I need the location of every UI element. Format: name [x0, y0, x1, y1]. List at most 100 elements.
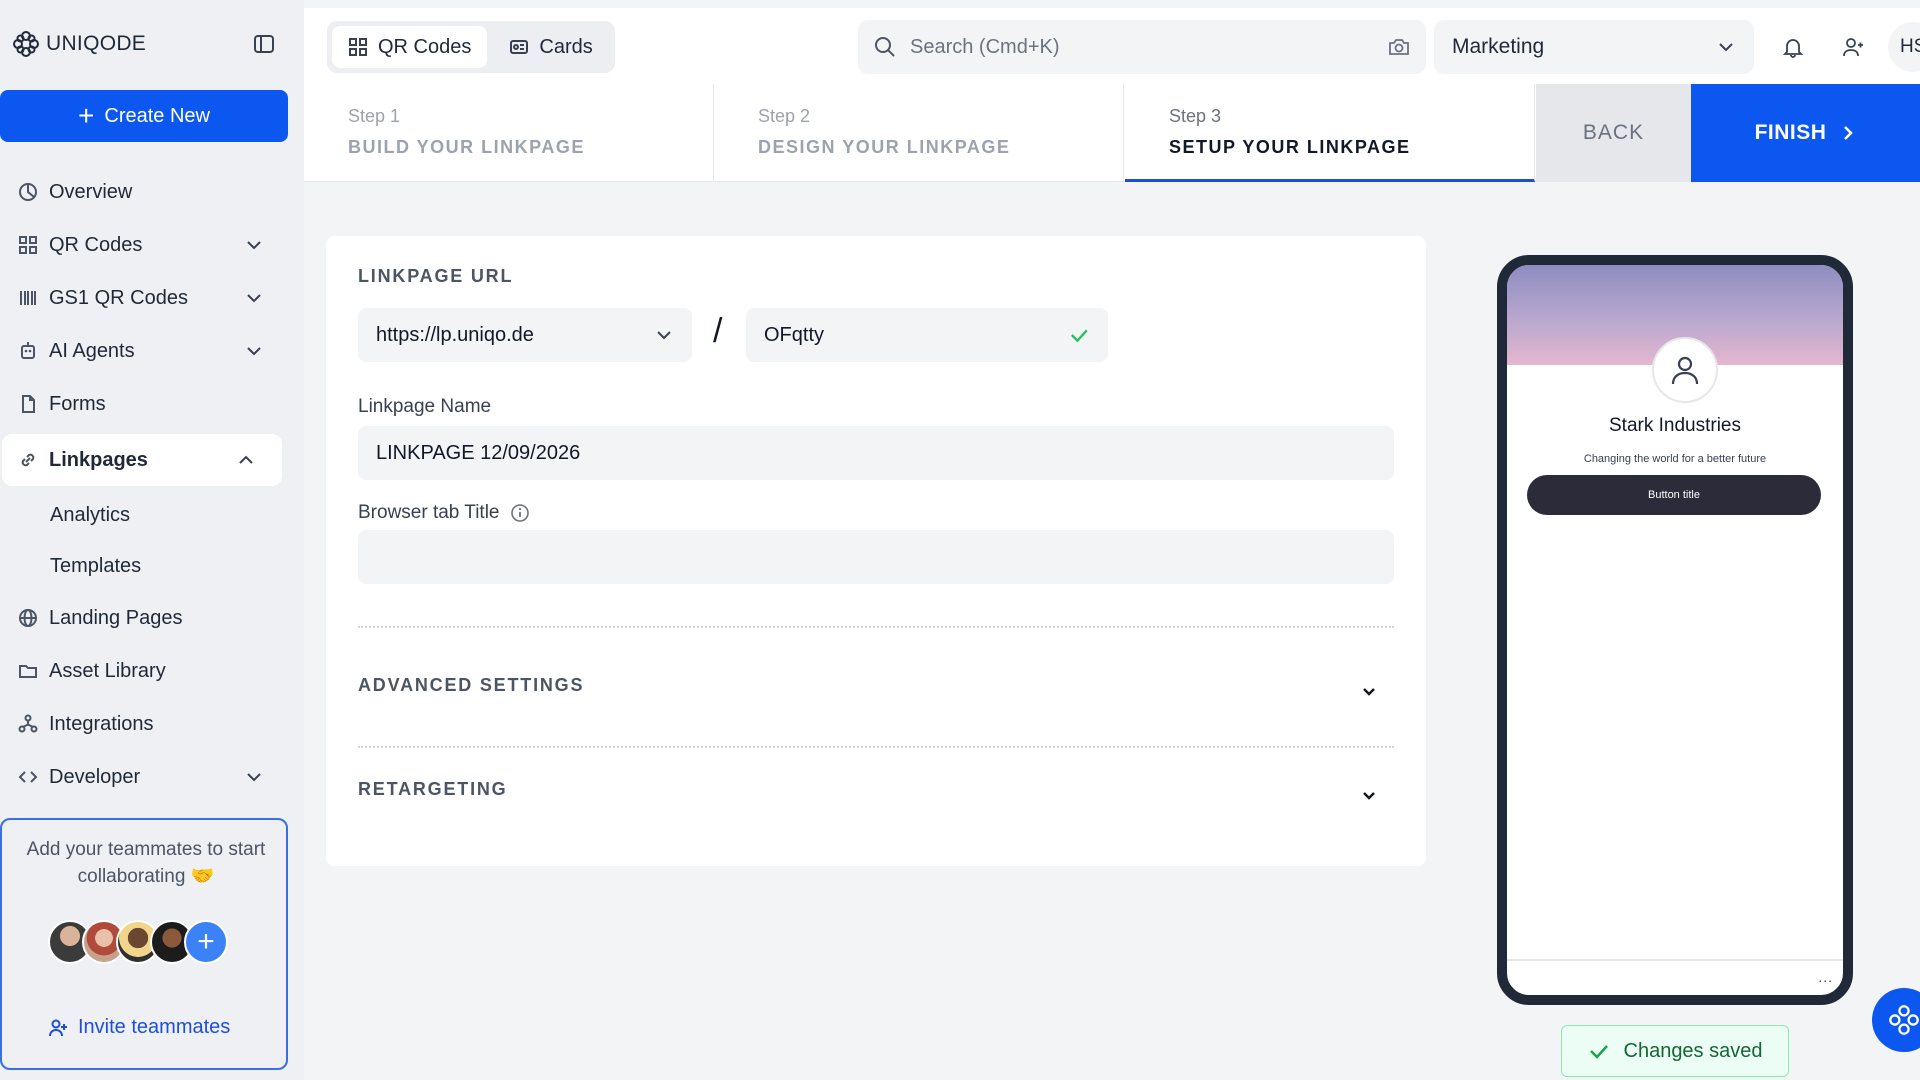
invite-teammates-link[interactable]: Invite teammates: [48, 1016, 230, 1039]
preview-company-name: Stark Industries: [1609, 415, 1741, 436]
sidebar-item-qr-codes[interactable]: QR Codes: [0, 219, 290, 271]
linkpage-url-label: LINKPAGE URL: [358, 266, 514, 286]
sidebar-nav: Overview QR Codes GS1 QR Codes AI Agents…: [0, 166, 290, 804]
preview-footer: ...: [1507, 959, 1843, 995]
sidebar-item-label: Overview: [49, 180, 133, 203]
chevron-down-icon: [1363, 688, 1375, 696]
brand-name: UNIQODE: [46, 32, 147, 55]
search-icon: [875, 37, 895, 57]
step-3[interactable]: Step 3 SETUP YOUR LINKPAGE: [1125, 84, 1535, 182]
uniqode-logo-icon: [13, 31, 39, 57]
sidebar-item-label: QR Codes: [49, 233, 143, 256]
sidebar-item-linkpages[interactable]: Linkpages: [2, 434, 282, 486]
info-icon[interactable]: [510, 503, 530, 523]
tab-cards[interactable]: Cards: [493, 26, 608, 68]
brand-logo[interactable]: UNIQODE: [12, 28, 146, 60]
chart-pie-icon: [17, 181, 39, 203]
tab-qr-codes[interactable]: QR Codes: [332, 26, 488, 68]
back-button[interactable]: BACK: [1536, 84, 1691, 182]
sidebar-item-forms[interactable]: Forms: [0, 378, 290, 430]
link-icon: [17, 449, 39, 471]
step-title: DESIGN YOUR LINKPAGE: [758, 137, 1011, 157]
user-settings-icon[interactable]: [1840, 34, 1866, 60]
help-chat-button[interactable]: [1872, 988, 1920, 1052]
sidebar-item-overview[interactable]: Overview: [0, 166, 290, 218]
uniqode-logo-icon: [1889, 1005, 1919, 1035]
sidebar-item-label: Linkpages: [49, 448, 148, 471]
step-2[interactable]: Step 2 DESIGN YOUR LINKPAGE: [714, 84, 1124, 182]
chevron-down-icon[interactable]: [244, 767, 264, 787]
bell-icon[interactable]: [1780, 34, 1806, 60]
barcode-icon: [17, 287, 39, 309]
plus-icon: +: [78, 100, 95, 131]
product-switcher: QR Codes Cards: [327, 21, 615, 73]
sidebar-item-integrations[interactable]: Integrations: [0, 698, 290, 750]
slug-input[interactable]: [764, 323, 1070, 347]
retargeting-toggle[interactable]: RETARGETING: [358, 774, 1394, 804]
divider: [358, 746, 1394, 748]
sidebar-subitem-analytics[interactable]: Analytics: [0, 490, 290, 541]
search-input[interactable]: [910, 35, 1374, 59]
setup-form-card: LINKPAGE URL https://lp.uniqo.de / Linkp…: [326, 236, 1426, 866]
create-new-button[interactable]: + Create New: [0, 90, 288, 142]
linkpage-name-input[interactable]: [376, 441, 1376, 465]
finish-button[interactable]: FINISH: [1691, 84, 1920, 182]
sidebar-subitem-templates[interactable]: Templates: [0, 541, 290, 592]
add-teammate-icon[interactable]: +: [184, 920, 228, 964]
finish-label: FINISH: [1754, 121, 1827, 144]
globe-icon: [17, 607, 39, 629]
domain-select[interactable]: https://lp.uniqo.de: [358, 308, 692, 362]
workspace-select[interactable]: Marketing: [1434, 20, 1754, 74]
toast-text: Changes saved: [1623, 1039, 1763, 1062]
sidebar-toggle-icon[interactable]: [250, 30, 278, 58]
chevron-up-icon[interactable]: [236, 450, 256, 470]
integration-icon: [17, 713, 39, 735]
linkpage-name-field: [358, 426, 1394, 480]
step-number: Step 2: [758, 106, 811, 126]
search-bar: [858, 20, 1426, 74]
preview-tagline: Changing the world for a better future: [1583, 453, 1767, 465]
url-separator: /: [713, 312, 723, 350]
more-icon[interactable]: ...: [1818, 969, 1833, 985]
retargeting-label: RETARGETING: [358, 778, 508, 799]
step-title: SETUP YOUR LINKPAGE: [1169, 137, 1411, 157]
step-number: Step 3: [1169, 106, 1222, 126]
browser-title-label: Browser tab Title: [358, 502, 500, 523]
chevron-down-icon: [1719, 43, 1733, 52]
sidebar-item-label: Landing Pages: [49, 606, 183, 629]
chevron-down-icon[interactable]: [244, 235, 264, 255]
sidebar-item-ai-agents[interactable]: AI Agents: [0, 325, 290, 377]
domain-value: https://lp.uniqo.de: [376, 323, 534, 346]
sidebar-item-label: Asset Library: [49, 659, 166, 682]
create-new-label: Create New: [104, 104, 210, 127]
chevron-right-icon: [1844, 126, 1854, 140]
sidebar-item-developer[interactable]: Developer: [0, 751, 290, 803]
advanced-settings-toggle[interactable]: ADVANCED SETTINGS: [358, 670, 1394, 700]
team-invite-text: Add your teammates to start collaboratin…: [26, 839, 266, 887]
step-1[interactable]: Step 1 BUILD YOUR LINKPAGE: [304, 84, 714, 182]
browser-title-field: [358, 530, 1394, 584]
step-number: Step 1: [348, 106, 401, 126]
chevron-down-icon: [657, 331, 671, 340]
stepper: Step 1 BUILD YOUR LINKPAGE Step 2 DESIGN…: [304, 84, 1920, 182]
browser-title-input[interactable]: [376, 545, 1376, 569]
slug-field: [746, 308, 1108, 362]
sidebar-item-label: Forms: [49, 392, 106, 415]
sidebar-item-gs1-qr-codes[interactable]: GS1 QR Codes: [0, 272, 290, 324]
robot-icon: [17, 340, 39, 362]
sidebar-item-landing-pages[interactable]: Landing Pages: [0, 592, 290, 644]
preview-button[interactable]: Button title: [1527, 475, 1821, 515]
changes-saved-toast: Changes saved: [1561, 1025, 1789, 1077]
folder-icon: [17, 660, 39, 682]
linkpage-name-label: Linkpage Name: [358, 396, 492, 417]
step-title: BUILD YOUR LINKPAGE: [348, 137, 585, 157]
id-card-icon: [510, 40, 529, 54]
camera-icon[interactable]: [1388, 36, 1410, 58]
chevron-down-icon[interactable]: [244, 288, 264, 308]
sidebar-item-label: Developer: [49, 765, 141, 788]
invite-teammates-label: Invite teammates: [78, 1016, 231, 1038]
chevron-down-icon[interactable]: [244, 341, 264, 361]
user-avatar[interactable]: HS: [1888, 22, 1920, 72]
code-icon: [17, 766, 39, 788]
sidebar-item-asset-library[interactable]: Asset Library: [0, 645, 290, 697]
